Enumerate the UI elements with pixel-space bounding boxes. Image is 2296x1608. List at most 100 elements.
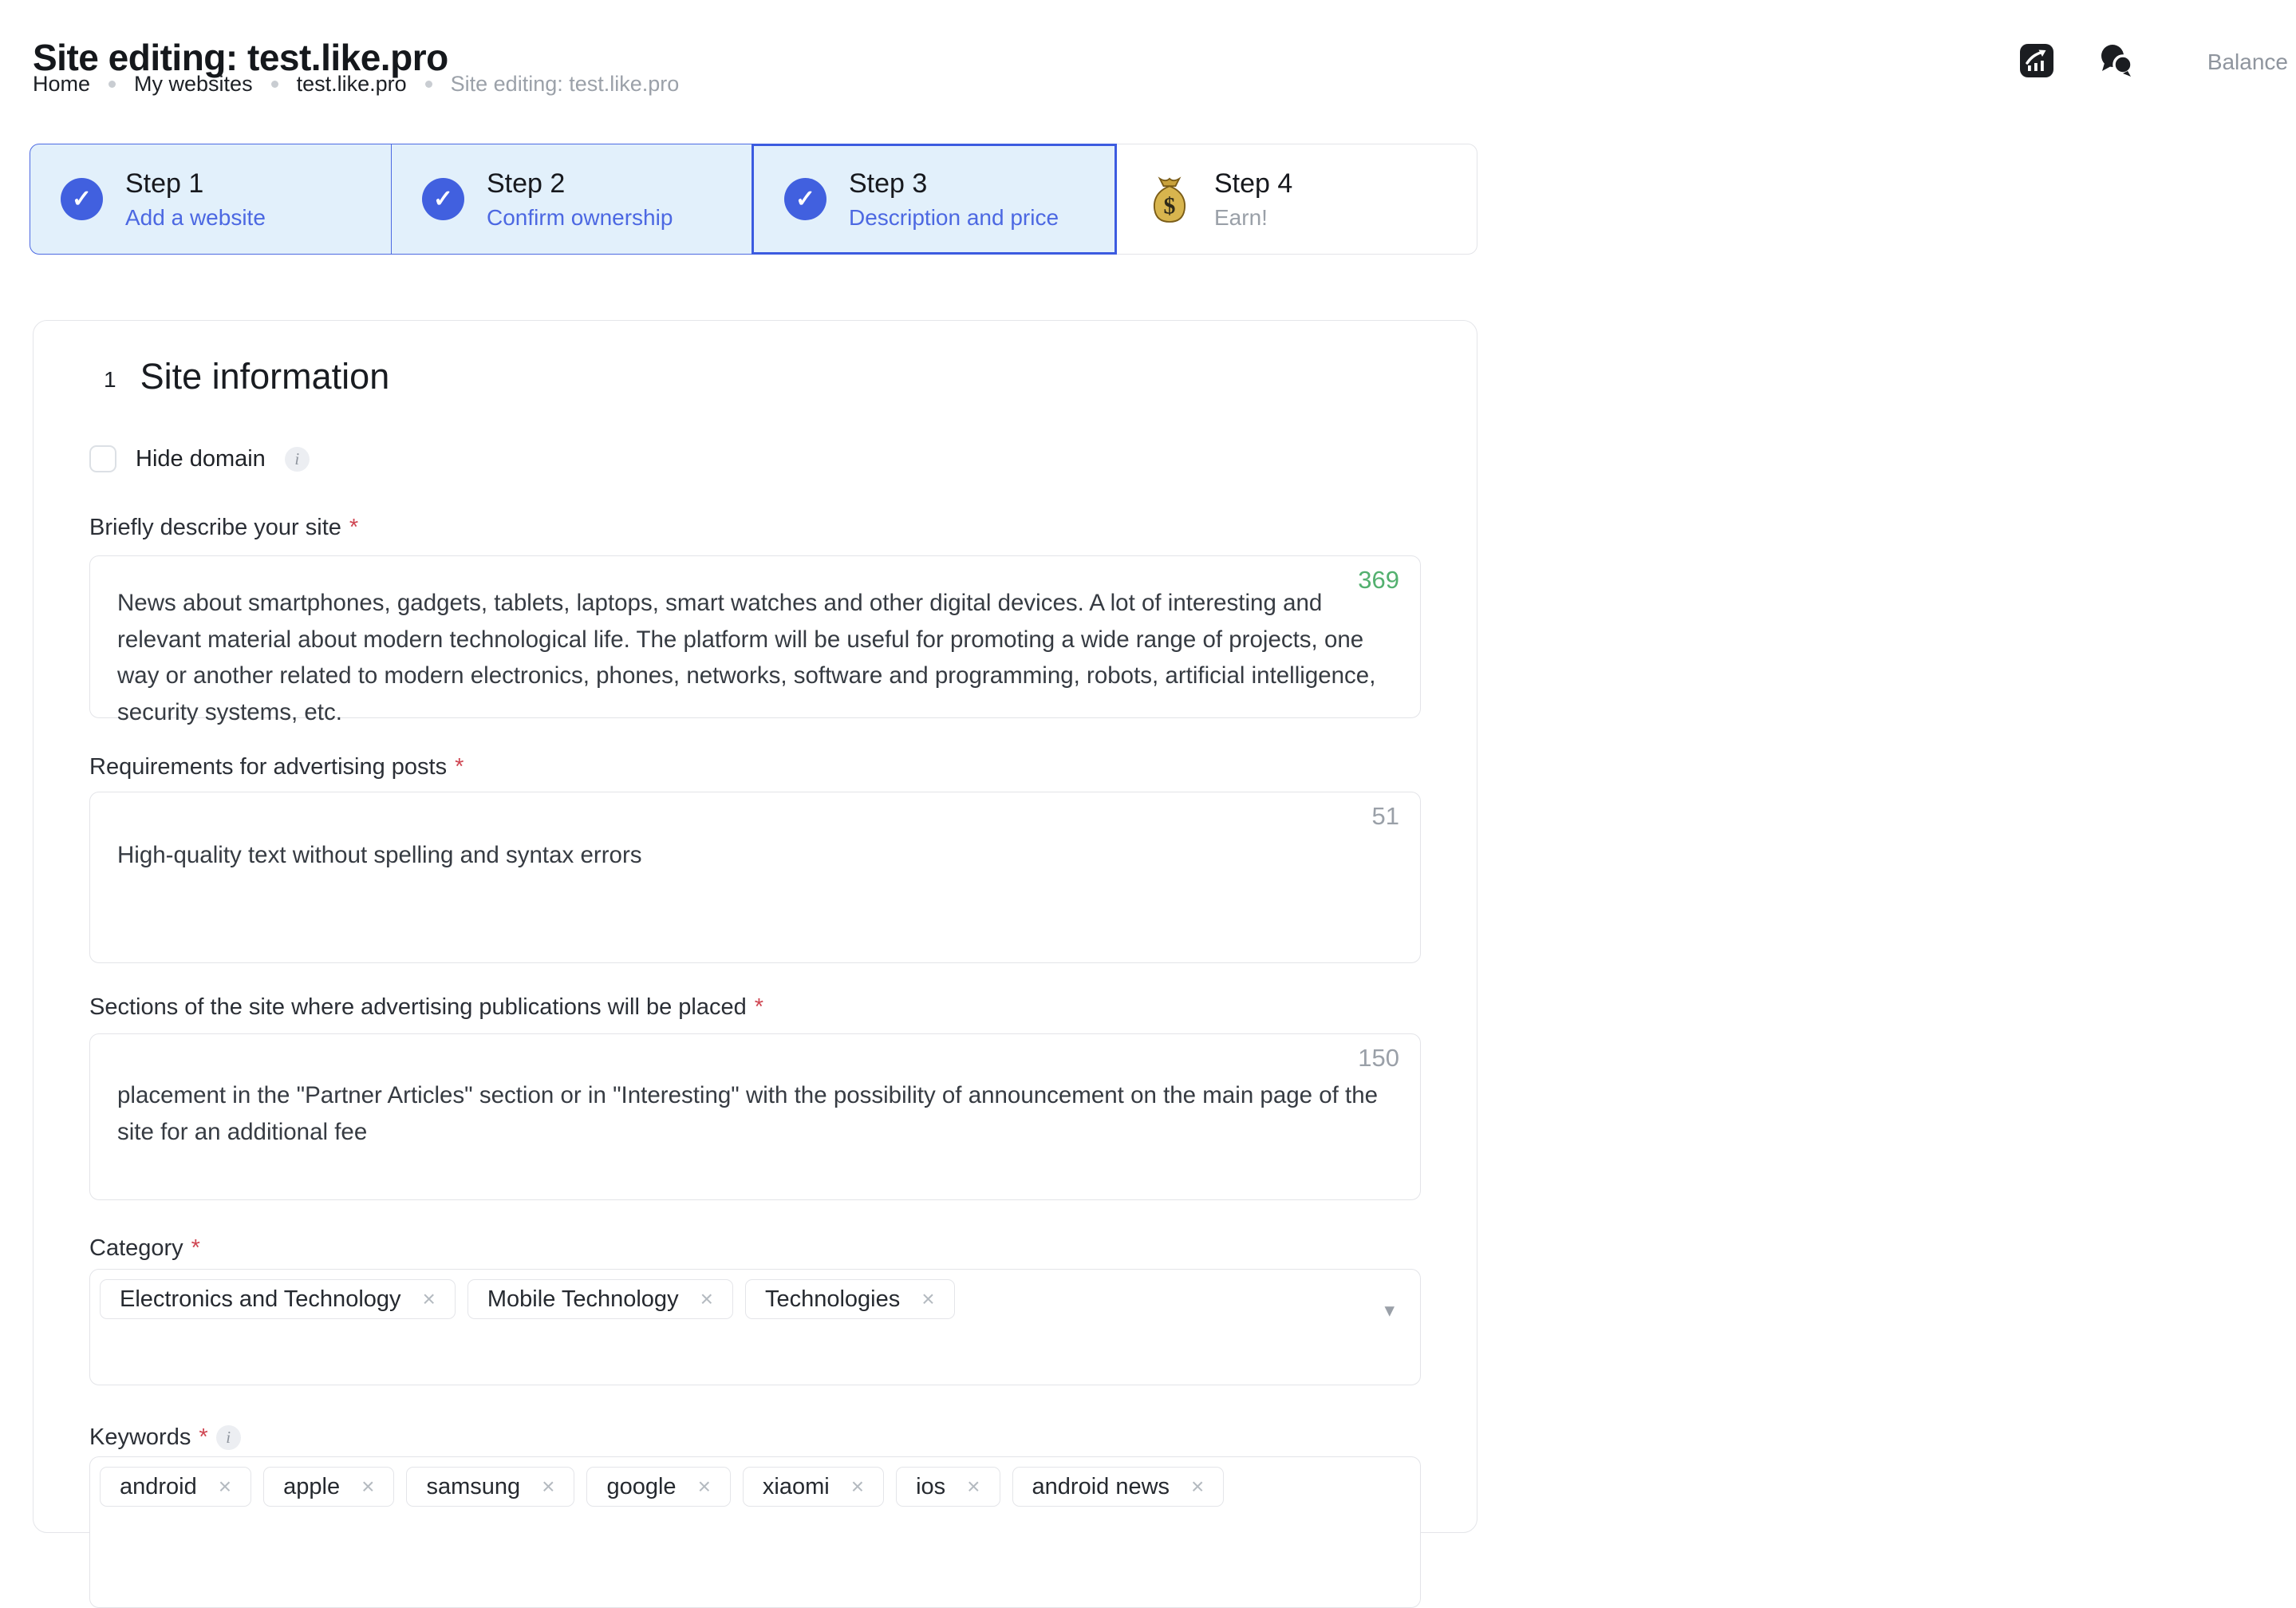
step-text: Step 3 Description and price xyxy=(849,168,1059,231)
category-chip: Mobile Technology × xyxy=(467,1279,733,1319)
label-text: Briefly describe your site xyxy=(89,515,341,541)
remove-chip-icon[interactable]: × xyxy=(361,1476,374,1498)
wizard-step-4[interactable]: $ Step 4 Earn! xyxy=(1116,144,1477,255)
keyword-chip: xiaomi × xyxy=(743,1467,884,1507)
site-information-card: 1 Site information Hide domain i Briefly… xyxy=(33,320,1477,1533)
keyword-chip: android × xyxy=(100,1467,251,1507)
keyword-chip: google × xyxy=(586,1467,730,1507)
requirements-value: High-quality text without spelling and s… xyxy=(117,837,1385,874)
wizard-step-3-active[interactable]: ✓ Step 3 Description and price xyxy=(752,144,1117,255)
sections-textarea[interactable]: 150 placement in the "Partner Articles" … xyxy=(89,1033,1421,1200)
check-icon: ✓ xyxy=(784,178,826,220)
check-icon: ✓ xyxy=(61,178,103,220)
keyword-chip: android news × xyxy=(1012,1467,1225,1507)
step-title: Step 2 xyxy=(487,168,673,200)
category-label: Category * xyxy=(89,1235,200,1262)
keyword-chip: samsung × xyxy=(406,1467,574,1507)
step-title: Step 3 xyxy=(849,168,1059,200)
breadcrumb-my-websites[interactable]: My websites xyxy=(134,72,253,97)
category-chips: Electronics and Technology × Mobile Tech… xyxy=(90,1270,1420,1329)
chip-label: android news xyxy=(1032,1474,1170,1500)
remove-chip-icon[interactable]: × xyxy=(698,1476,711,1498)
chip-label: Mobile Technology xyxy=(487,1286,679,1313)
category-chip: Electronics and Technology × xyxy=(100,1279,456,1319)
breadcrumb-separator-icon xyxy=(271,81,278,88)
remove-chip-icon[interactable]: × xyxy=(851,1476,864,1498)
remove-chip-icon[interactable]: × xyxy=(423,1288,436,1310)
breadcrumb-separator-icon xyxy=(108,81,116,88)
wizard-step-2[interactable]: ✓ Step 2 Confirm ownership xyxy=(391,144,752,255)
chip-label: xiaomi xyxy=(763,1474,830,1500)
describe-textarea[interactable]: 369 News about smartphones, gadgets, tab… xyxy=(89,555,1421,718)
label-text: Category xyxy=(89,1235,183,1262)
step-text: Step 2 Confirm ownership xyxy=(487,168,673,231)
step-subtitle: Confirm ownership xyxy=(487,205,673,231)
required-mark: * xyxy=(455,754,464,780)
step-subtitle: Earn! xyxy=(1214,205,1292,231)
required-mark: * xyxy=(191,1235,200,1262)
keyword-chip: apple × xyxy=(263,1467,394,1507)
breadcrumb-current: Site editing: test.like.pro xyxy=(451,72,680,97)
step-text: Step 4 Earn! xyxy=(1214,168,1292,231)
info-icon[interactable]: i xyxy=(285,447,310,472)
section-header: 1 Site information xyxy=(104,356,389,397)
label-text: Requirements for advertising posts xyxy=(89,754,447,780)
char-counter: 51 xyxy=(1372,802,1399,831)
chip-label: ios xyxy=(916,1474,945,1500)
requirements-textarea[interactable]: 51 High-quality text without spelling an… xyxy=(89,792,1421,963)
remove-chip-icon[interactable]: × xyxy=(1191,1476,1204,1498)
section-title: Site information xyxy=(140,356,390,397)
remove-chip-icon[interactable]: × xyxy=(219,1476,231,1498)
describe-label: Briefly describe your site * xyxy=(89,515,358,541)
keyword-chips: android × apple × samsung × google × xia… xyxy=(90,1457,1420,1516)
analytics-icon[interactable] xyxy=(2019,43,2054,81)
keywords-label: Keywords * i xyxy=(89,1424,241,1451)
remove-chip-icon[interactable]: × xyxy=(921,1288,934,1310)
chip-label: Technologies xyxy=(765,1286,900,1313)
char-counter: 150 xyxy=(1358,1044,1399,1073)
chip-label: samsung xyxy=(426,1474,520,1500)
required-mark: * xyxy=(199,1424,207,1451)
step-title: Step 1 xyxy=(125,168,266,200)
breadcrumb-separator-icon xyxy=(425,81,432,88)
describe-value: News about smartphones, gadgets, tablets… xyxy=(117,585,1385,730)
requirements-label: Requirements for advertising posts * xyxy=(89,754,464,780)
svg-text:$: $ xyxy=(1164,192,1176,219)
category-multiselect[interactable]: Electronics and Technology × Mobile Tech… xyxy=(89,1269,1421,1385)
remove-chip-icon[interactable]: × xyxy=(700,1288,713,1310)
keywords-multiselect[interactable]: android × apple × samsung × google × xia… xyxy=(89,1456,1421,1608)
check-icon: ✓ xyxy=(422,178,464,220)
chat-icon[interactable] xyxy=(2097,41,2136,82)
remove-chip-icon[interactable]: × xyxy=(542,1476,554,1498)
step-subtitle: Add a website xyxy=(125,205,266,231)
step-subtitle: Description and price xyxy=(849,205,1059,231)
required-mark: * xyxy=(755,994,763,1021)
required-mark: * xyxy=(349,515,358,541)
hide-domain-label: Hide domain xyxy=(136,446,266,472)
wizard-step-1[interactable]: ✓ Step 1 Add a website xyxy=(30,144,392,255)
step-text: Step 1 Add a website xyxy=(125,168,266,231)
sections-value: placement in the "Partner Articles" sect… xyxy=(117,1077,1385,1150)
step-title: Step 4 xyxy=(1214,168,1292,200)
keyword-chip: ios × xyxy=(896,1467,1000,1507)
step-wizard: ✓ Step 1 Add a website ✓ Step 2 Confirm … xyxy=(30,144,1477,255)
hide-domain-checkbox[interactable] xyxy=(89,445,116,472)
info-icon[interactable]: i xyxy=(216,1425,241,1450)
chip-label: android xyxy=(120,1474,197,1500)
label-text: Sections of the site where advertising p… xyxy=(89,994,747,1021)
chip-label: apple xyxy=(283,1474,340,1500)
breadcrumb: Home My websites test.like.pro Site edit… xyxy=(33,72,679,97)
balance-label[interactable]: Balance xyxy=(2207,49,2288,75)
money-bag-icon: $ xyxy=(1147,175,1192,224)
chip-label: google xyxy=(606,1474,676,1500)
breadcrumb-home[interactable]: Home xyxy=(33,72,90,97)
category-chip: Technologies × xyxy=(745,1279,955,1319)
section-number: 1 xyxy=(104,367,116,393)
chevron-down-icon[interactable]: ▾ xyxy=(1384,1298,1395,1322)
breadcrumb-site[interactable]: test.like.pro xyxy=(297,72,407,97)
sections-label: Sections of the site where advertising p… xyxy=(89,994,763,1021)
remove-chip-icon[interactable]: × xyxy=(967,1476,980,1498)
chip-label: Electronics and Technology xyxy=(120,1286,401,1313)
hide-domain-row: Hide domain i xyxy=(89,445,310,472)
label-text: Keywords xyxy=(89,1424,191,1451)
